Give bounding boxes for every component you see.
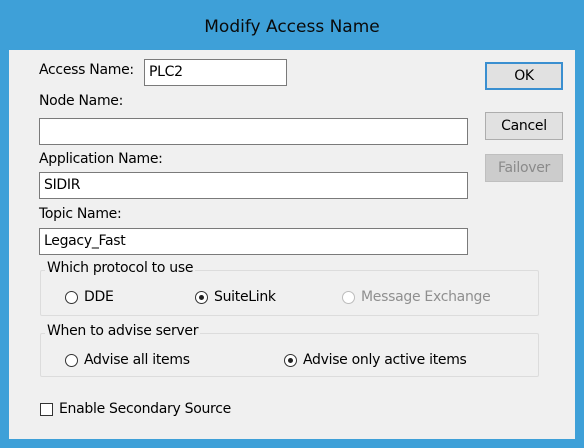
topic-name-input[interactable]: Legacy_Fast: [39, 228, 468, 255]
cancel-button[interactable]: Cancel: [485, 112, 563, 140]
application-name-input[interactable]: SIDIR: [39, 172, 468, 199]
protocol-radio-message-exchange[interactable]: Message Exchange: [342, 289, 491, 305]
protocol-radio-suitelink[interactable]: SuiteLink: [195, 289, 276, 305]
radio-unchecked-icon: [65, 290, 78, 304]
enable-secondary-source-checkbox[interactable]: Enable Secondary Source: [40, 401, 231, 417]
node-name-label: Node Name:: [39, 93, 124, 109]
advise-group-title: When to advise server: [45, 323, 201, 339]
enable-secondary-source-label: Enable Secondary Source: [59, 401, 231, 417]
advise-radio-all-items-label: Advise all items: [84, 352, 190, 368]
window-frame-bottom: [0, 439, 584, 448]
application-name-label: Application Name:: [39, 151, 163, 167]
protocol-radio-dde-label: DDE: [84, 289, 114, 305]
window-frame-right: [575, 50, 584, 448]
radio-unchecked-icon: [65, 353, 78, 367]
radio-checked-icon: [284, 353, 297, 367]
dialog-title: Modify Access Name: [204, 17, 380, 37]
radio-unchecked-icon: [342, 290, 355, 304]
failover-button[interactable]: Failover: [485, 154, 563, 182]
protocol-radio-dde[interactable]: DDE: [65, 289, 114, 305]
radio-checked-icon: [195, 290, 208, 304]
protocol-radio-suitelink-label: SuiteLink: [214, 289, 276, 305]
advise-radio-all-items[interactable]: Advise all items: [65, 352, 190, 368]
advise-radio-active-items[interactable]: Advise only active items: [284, 352, 467, 368]
access-name-label: Access Name:: [39, 62, 134, 78]
access-name-input[interactable]: PLC2: [144, 59, 287, 86]
window-frame-left: [0, 50, 9, 448]
title-bar[interactable]: Modify Access Name: [0, 0, 584, 50]
ok-button[interactable]: OK: [485, 62, 563, 90]
modify-access-name-dialog: Modify Access Name Access Name: PLC2 Nod…: [0, 0, 584, 448]
protocol-radio-message-exchange-label: Message Exchange: [361, 289, 491, 305]
advise-radio-active-items-label: Advise only active items: [303, 352, 467, 368]
checkbox-unchecked-icon: [40, 402, 53, 416]
dialog-body: Access Name: PLC2 Node Name: Application…: [9, 50, 575, 439]
topic-name-label: Topic Name:: [39, 206, 122, 222]
protocol-group-title: Which protocol to use: [45, 260, 196, 276]
node-name-input[interactable]: [39, 118, 468, 145]
